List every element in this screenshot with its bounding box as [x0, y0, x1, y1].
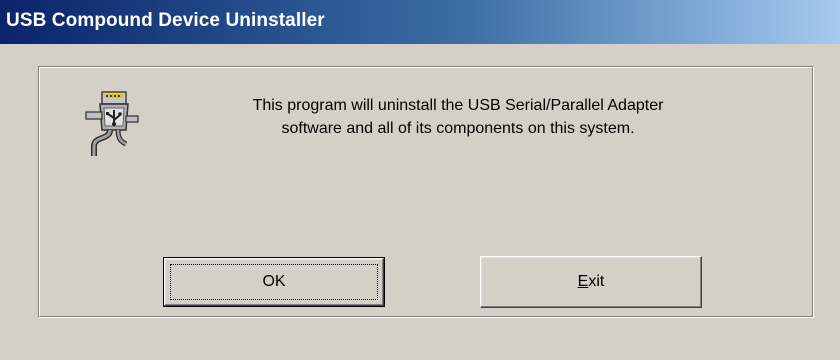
- message-line-1: This program will uninstall the USB Seri…: [252, 97, 664, 114]
- exit-mnemonic: E: [577, 273, 589, 290]
- dialog-client-area: This program will uninstall the USB Seri…: [0, 44, 840, 360]
- exit-label-rest: xit: [588, 273, 605, 290]
- ok-button[interactable]: OK: [163, 257, 385, 307]
- message-line-2: software and all of its components on th…: [281, 120, 635, 137]
- usb-adapter-icon: [85, 91, 139, 156]
- title-bar[interactable]: USB Compound Device Uninstaller: [0, 0, 840, 44]
- exit-button[interactable]: Exit: [480, 256, 702, 308]
- uninstall-message: This program will uninstall the USB Seri…: [178, 94, 738, 140]
- exit-button-label: Exit: [481, 272, 701, 292]
- window-title: USB Compound Device Uninstaller: [6, 10, 325, 31]
- ok-button-label: OK: [262, 273, 286, 290]
